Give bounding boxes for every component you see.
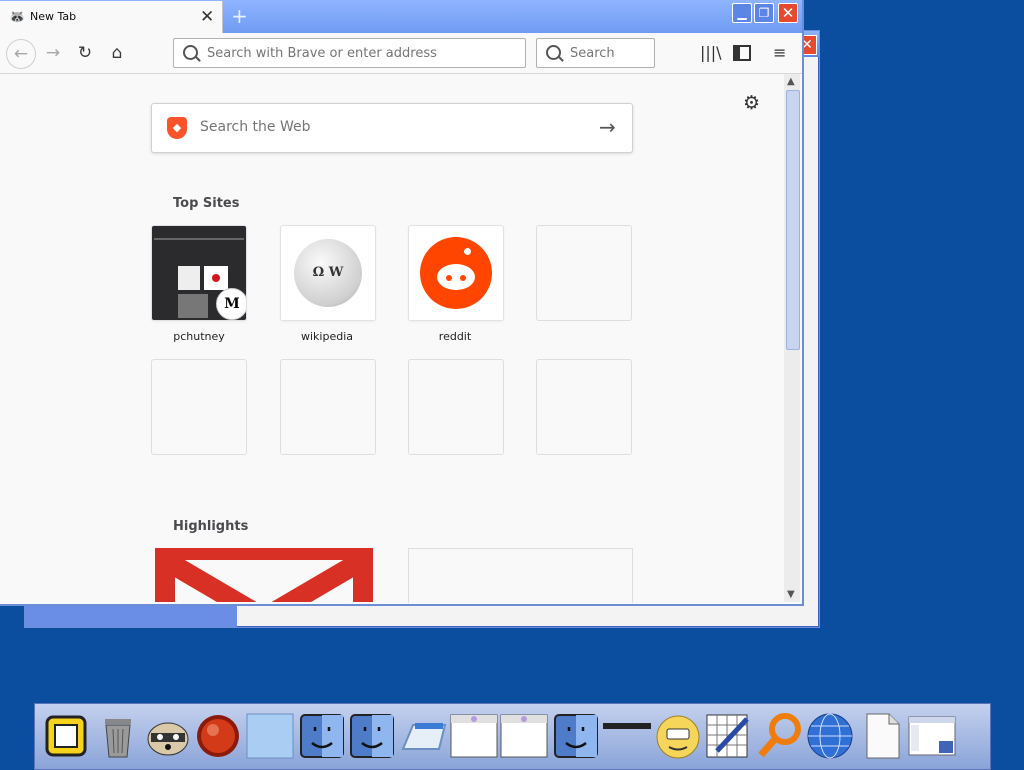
scrollbar-thumb[interactable] bbox=[786, 90, 800, 350]
top-site-tile-pchutney[interactable]: M bbox=[151, 225, 247, 321]
top-site-tile-empty[interactable] bbox=[408, 359, 504, 455]
scroll-down-icon[interactable]: ▼ bbox=[787, 589, 795, 600]
top-site-tile-empty[interactable] bbox=[536, 225, 632, 321]
top-site-tile-empty[interactable] bbox=[151, 359, 247, 455]
back-button[interactable]: ← bbox=[6, 39, 36, 69]
top-sites-heading: Top Sites bbox=[173, 196, 240, 211]
top-site-label: pchutney bbox=[173, 330, 225, 343]
wikipedia-globe-icon: Ω W bbox=[294, 239, 362, 307]
navigation-toolbar: ← → ↻ ⌂ |||\ ≡ bbox=[0, 33, 802, 74]
reddit-logo-icon bbox=[420, 237, 492, 309]
finder-folder-icon[interactable] bbox=[41, 711, 91, 761]
new-tab-button[interactable]: + bbox=[231, 4, 248, 28]
raccoon-favicon-icon: 🦝 bbox=[9, 10, 26, 25]
mail-icon[interactable] bbox=[399, 711, 449, 761]
menu-button[interactable]: ≡ bbox=[773, 43, 786, 62]
brave-logo-icon: ◆ bbox=[167, 117, 187, 139]
sidebar-icon[interactable] bbox=[733, 45, 751, 61]
top-site-tile-empty[interactable] bbox=[280, 359, 376, 455]
thumbnail-image bbox=[204, 266, 228, 290]
thumbnail-strip bbox=[154, 238, 244, 240]
top-site-label: reddit bbox=[438, 330, 472, 343]
reddit-eye bbox=[446, 275, 452, 281]
top-site-tile-wikipedia[interactable]: Ω W bbox=[280, 225, 376, 321]
red-orb-icon[interactable] bbox=[193, 711, 243, 761]
tab-title: New Tab bbox=[30, 10, 77, 23]
window-icon[interactable] bbox=[499, 711, 549, 761]
restore-button[interactable]: ❐ bbox=[754, 3, 774, 23]
gear-icon[interactable]: ⚙ bbox=[743, 92, 760, 114]
highlight-card-gmail[interactable] bbox=[155, 548, 373, 602]
pchutney-logo-icon: M bbox=[216, 288, 246, 320]
web-search-box[interactable]: ◆ → bbox=[151, 103, 633, 153]
thumbnail-image bbox=[178, 294, 208, 318]
minimize-button[interactable]: ▁ bbox=[732, 3, 752, 23]
top-site-tile-reddit[interactable] bbox=[408, 225, 504, 321]
thumbnail-image bbox=[178, 266, 200, 290]
vertical-scrollbar[interactable]: ▲ ▼ bbox=[784, 74, 800, 602]
trash-icon[interactable] bbox=[93, 711, 143, 761]
window-icon[interactable] bbox=[907, 711, 957, 761]
blank-window-icon[interactable] bbox=[245, 711, 295, 761]
address-input[interactable] bbox=[205, 45, 519, 62]
forward-button[interactable]: → bbox=[39, 39, 67, 67]
document-icon[interactable] bbox=[857, 711, 907, 761]
divider-icon bbox=[601, 711, 651, 761]
reddit-eye bbox=[460, 275, 466, 281]
tab-strip: 🦝 New Tab ✕ + ▁ ❐ ✕ bbox=[0, 0, 802, 33]
finder-icon[interactable] bbox=[297, 711, 347, 761]
web-search-input[interactable] bbox=[198, 118, 582, 136]
scroll-up-icon[interactable]: ▲ bbox=[787, 76, 795, 87]
home-button[interactable]: ⌂ bbox=[103, 39, 131, 67]
tab-close-icon[interactable]: ✕ bbox=[200, 7, 214, 27]
gmail-logo-icon bbox=[155, 548, 373, 602]
library-icon[interactable]: |||\ bbox=[700, 43, 722, 62]
dock bbox=[34, 703, 991, 770]
globe-icon[interactable] bbox=[805, 711, 855, 761]
window-icon[interactable] bbox=[449, 711, 499, 761]
new-tab-page: ⚙ ◆ → Top Sites M pchutney Ω W wikipedia bbox=[0, 74, 784, 603]
close-button[interactable]: ✕ bbox=[778, 3, 798, 23]
highlight-card-empty[interactable] bbox=[408, 548, 633, 603]
search-icon bbox=[546, 45, 561, 60]
top-site-tile-empty[interactable] bbox=[536, 359, 632, 455]
pen-grid-icon[interactable] bbox=[703, 711, 753, 761]
reddit-alien-head bbox=[437, 264, 475, 290]
arrow-right-icon[interactable]: → bbox=[599, 115, 616, 139]
search-input[interactable] bbox=[568, 45, 652, 62]
finder-icon[interactable] bbox=[551, 711, 601, 761]
reload-button[interactable]: ↻ bbox=[71, 39, 99, 67]
search-bar[interactable] bbox=[536, 38, 655, 68]
tab-new-tab[interactable]: 🦝 New Tab ✕ bbox=[0, 1, 223, 33]
raccoon-icon[interactable] bbox=[143, 711, 193, 761]
browser-window: 🦝 New Tab ✕ + ▁ ❐ ✕ ← → ↻ ⌂ |||\ ≡ ⚙ ◆ → bbox=[0, 0, 804, 606]
smiley-icon[interactable] bbox=[653, 711, 703, 761]
background-window-progress-bar bbox=[25, 605, 237, 627]
address-bar[interactable] bbox=[173, 38, 526, 68]
highlights-heading: Highlights bbox=[173, 519, 249, 534]
search-icon bbox=[183, 45, 198, 60]
reddit-antenna bbox=[464, 248, 471, 255]
finder-icon[interactable] bbox=[347, 711, 397, 761]
magnifier-icon[interactable] bbox=[755, 711, 805, 761]
top-site-label: wikipedia bbox=[300, 330, 353, 343]
